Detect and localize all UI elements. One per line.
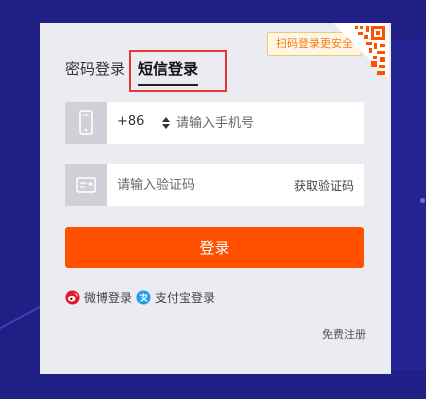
verification-code-input[interactable] (117, 170, 277, 200)
tab-sms-login-label: 短信登录 (138, 60, 199, 78)
id-card-icon-box (65, 164, 107, 206)
login-panel: 扫码登录更安全 密码登录 短信登录 +86 请输入手机号 请输入验证码 获取验证… (40, 23, 391, 374)
register-link[interactable]: 免费注册 (322, 326, 366, 342)
tab-password-login[interactable]: 密码登录 (65, 58, 125, 79)
phone-icon-box (65, 102, 107, 144)
phone-input[interactable] (176, 108, 356, 138)
verification-code-field: 获取验证码 (65, 164, 364, 206)
qr-code-icon[interactable] (333, 23, 389, 79)
country-code-select[interactable]: +86 (117, 114, 144, 129)
alipay-login-link[interactable]: 支付宝登录 (136, 289, 215, 305)
background-dot (420, 198, 425, 203)
weibo-icon (65, 289, 80, 305)
login-button[interactable]: 登录 (65, 227, 364, 268)
weibo-login-link[interactable]: 微博登录 (65, 289, 132, 305)
weibo-login-label: 微博登录 (84, 290, 133, 305)
get-code-button[interactable]: 获取验证码 (294, 177, 354, 194)
select-arrows-icon[interactable] (161, 116, 171, 130)
tab-sms-login[interactable]: 短信登录 (138, 58, 199, 86)
phone-icon (79, 110, 93, 135)
alipay-icon (136, 289, 151, 305)
phone-field: +86 (65, 102, 364, 144)
active-tab-indicator (138, 84, 199, 86)
alipay-login-label: 支付宝登录 (155, 290, 216, 305)
id-card-icon (76, 177, 96, 193)
